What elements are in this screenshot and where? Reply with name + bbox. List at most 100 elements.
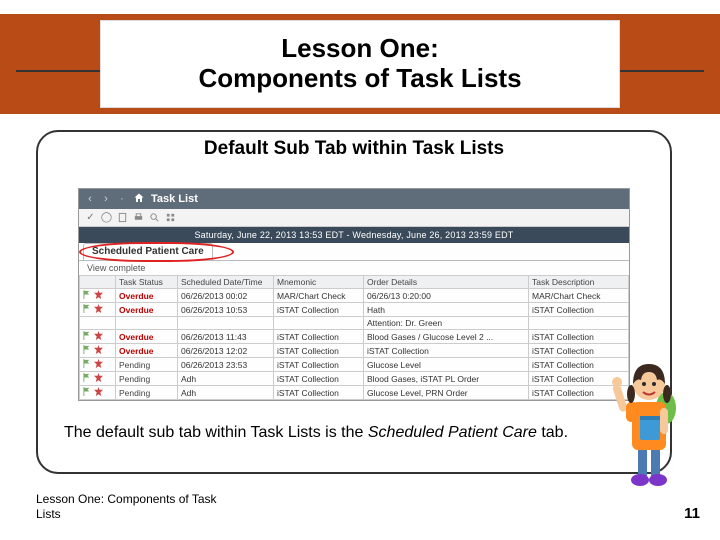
content-card: Default Sub Tab within Task Lists ‹ › · … <box>36 130 672 474</box>
star-icon <box>94 290 103 301</box>
star-icon <box>94 373 103 384</box>
cell-status: Overdue <box>116 344 178 358</box>
cell-task-description: MAR/Chart Check <box>529 289 629 303</box>
star-icon <box>94 387 103 398</box>
cell-datetime: Adh <box>178 372 274 386</box>
tab-row: Scheduled Patient Care <box>79 243 629 261</box>
cell-datetime: 06/26/2013 10:53 <box>178 303 274 317</box>
subtitle: Default Sub Tab within Task Lists <box>48 138 660 160</box>
cell-datetime: Adh <box>178 386 274 400</box>
cell-status: Overdue <box>116 289 178 303</box>
flag-icon <box>83 387 92 398</box>
app-header: ‹ › · Task List <box>79 189 629 209</box>
flag-icon <box>83 331 92 342</box>
slide-title-text: Lesson One: Components of Task Lists <box>198 34 521 94</box>
cell-order-details: Glucose Level, PRN Order <box>364 386 529 400</box>
flag-icon <box>83 304 92 315</box>
nav-back-icon[interactable]: ‹ <box>85 194 95 204</box>
table-header-row: Task Status Scheduled Date/Time Mnemonic… <box>80 276 629 289</box>
footer-left: Lesson One: Components of Task Lists <box>36 492 236 522</box>
table-row[interactable]: Pending06/26/2013 23:53iSTAT CollectionG… <box>80 358 629 372</box>
app-mock: ‹ › · Task List ✓ ◯ Saturday, June 22, 2… <box>78 188 630 401</box>
col-order-details[interactable]: Order Details <box>364 276 529 289</box>
cell-status <box>116 317 178 330</box>
cell-task-description: iSTAT Collection <box>529 303 629 317</box>
clipart-student-icon <box>610 350 688 490</box>
star-icon <box>94 331 103 342</box>
table-row[interactable]: Overdue06/26/2013 10:53iSTAT CollectionH… <box>80 303 629 317</box>
cell-mnemonic: iSTAT Collection <box>274 372 364 386</box>
cell-order-details: Blood Gases / Glucose Level 2 ... <box>364 330 529 344</box>
cell-datetime: 06/26/2013 00:02 <box>178 289 274 303</box>
flag-icon <box>83 359 92 370</box>
print-icon[interactable] <box>133 212 144 223</box>
tab-label: Scheduled Patient Care <box>92 246 204 257</box>
col-icons[interactable] <box>80 276 116 289</box>
cell-task-description: iSTAT Collection <box>529 330 629 344</box>
table-row[interactable]: Overdue06/26/2013 00:02MAR/Chart Check06… <box>80 289 629 303</box>
cell-mnemonic: MAR/Chart Check <box>274 289 364 303</box>
row-icons-cell <box>80 386 116 400</box>
slide-title: Lesson One: Components of Task Lists <box>100 20 620 108</box>
star-icon <box>94 304 103 315</box>
cell-status: Pending <box>116 358 178 372</box>
home-icon[interactable] <box>133 192 145 206</box>
col-mnemonic[interactable]: Mnemonic <box>274 276 364 289</box>
body-paragraph: The default sub tab within Task Lists is… <box>64 423 644 443</box>
flag-icon <box>83 373 92 384</box>
col-datetime[interactable]: Scheduled Date/Time <box>178 276 274 289</box>
circle-icon[interactable]: ◯ <box>101 212 112 223</box>
cell-status: Overdue <box>116 330 178 344</box>
cell-mnemonic: iSTAT Collection <box>274 303 364 317</box>
table-row[interactable]: Overdue06/26/2013 11:43iSTAT CollectionB… <box>80 330 629 344</box>
table-row[interactable]: PendingAdhiSTAT CollectionGlucose Level,… <box>80 386 629 400</box>
cell-order-details: Glucose Level <box>364 358 529 372</box>
cell-mnemonic: iSTAT Collection <box>274 344 364 358</box>
cell-order-details: Attention: Dr. Green <box>364 317 529 330</box>
row-icons-cell <box>80 330 116 344</box>
cell-mnemonic: iSTAT Collection <box>274 330 364 344</box>
app-title: Task List <box>151 193 198 205</box>
check-icon[interactable]: ✓ <box>85 212 96 223</box>
cell-status: Pending <box>116 386 178 400</box>
cell-order-details: Hath <box>364 303 529 317</box>
row-icons-cell <box>80 372 116 386</box>
cell-task-description <box>529 317 629 330</box>
body-pre: The default sub tab within Task Lists is… <box>64 424 368 441</box>
page-number: 11 <box>684 505 700 522</box>
task-table: Task Status Scheduled Date/Time Mnemonic… <box>79 275 629 400</box>
cell-datetime <box>178 317 274 330</box>
cell-order-details: iSTAT Collection <box>364 344 529 358</box>
view-complete-label: View complete <box>79 261 629 275</box>
search-icon[interactable] <box>149 212 160 223</box>
row-icons-cell <box>80 358 116 372</box>
col-task-description[interactable]: Task Description <box>529 276 629 289</box>
flag-icon <box>83 345 92 356</box>
flag-icon <box>83 290 92 301</box>
doc-icon[interactable] <box>117 212 128 223</box>
app-toolbar: ✓ ◯ <box>79 209 629 227</box>
cell-mnemonic: iSTAT Collection <box>274 358 364 372</box>
cell-mnemonic <box>274 317 364 330</box>
nav-forward-icon[interactable]: › <box>101 194 111 204</box>
body-italic: Scheduled Patient Care <box>368 424 537 441</box>
body-post: tab. <box>537 424 568 441</box>
star-icon <box>94 359 103 370</box>
table-row[interactable]: Attention: Dr. Green <box>80 317 629 330</box>
title-band: Lesson One: Components of Task Lists <box>0 14 720 114</box>
cell-mnemonic: iSTAT Collection <box>274 386 364 400</box>
row-icons-cell <box>80 303 116 317</box>
cell-order-details: 06/26/13 0:20:00 <box>364 289 529 303</box>
row-icons-cell <box>80 289 116 303</box>
table-row[interactable]: PendingAdhiSTAT CollectionBlood Gases, i… <box>80 372 629 386</box>
cell-datetime: 06/26/2013 12:02 <box>178 344 274 358</box>
tab-scheduled-patient-care[interactable]: Scheduled Patient Care <box>83 243 213 260</box>
star-icon <box>94 345 103 356</box>
cell-status: Pending <box>116 372 178 386</box>
table-row[interactable]: Overdue06/26/2013 12:02iSTAT Collectioni… <box>80 344 629 358</box>
grid-icon[interactable] <box>165 212 176 223</box>
slide: Lesson One: Components of Task Lists Def… <box>0 0 720 540</box>
col-status[interactable]: Task Status <box>116 276 178 289</box>
cell-order-details: Blood Gases, iSTAT PL Order <box>364 372 529 386</box>
cell-datetime: 06/26/2013 11:43 <box>178 330 274 344</box>
